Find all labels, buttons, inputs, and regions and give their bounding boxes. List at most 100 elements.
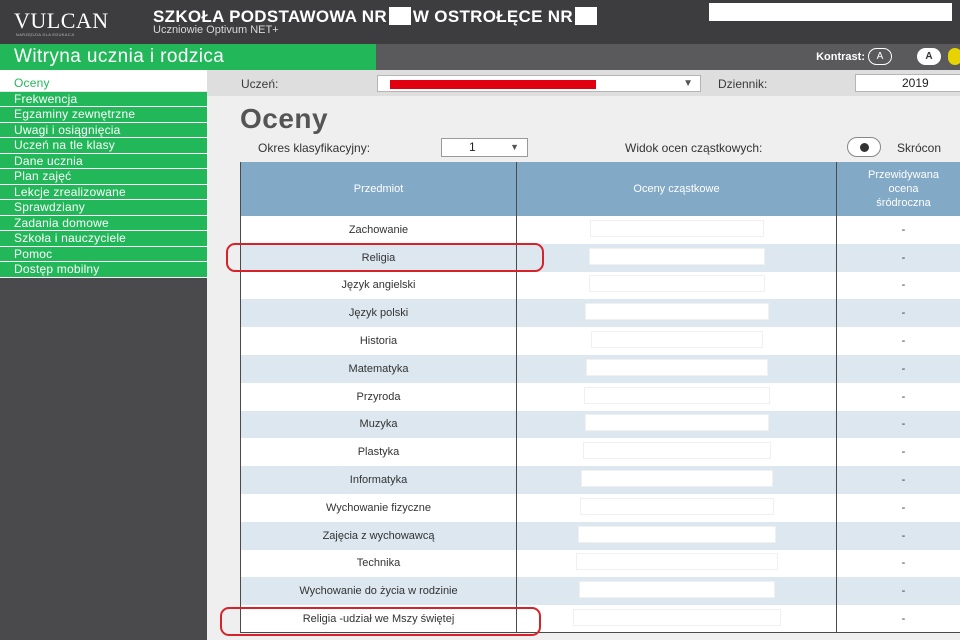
student-select[interactable]: ▼: [377, 75, 701, 92]
vulcan-logo-tagline: NARZĘDZIA DLA EDUKACJI: [16, 32, 75, 37]
grades-table: Przedmiot Oceny cząstkowe Przewidywana oc…: [240, 162, 960, 634]
redaction-box: [578, 581, 775, 599]
column-header-subject[interactable]: Przedmiot: [240, 162, 517, 216]
school-title-part-b: W OSTROŁĘCE NR: [412, 7, 573, 26]
journal-select[interactable]: 2019: [855, 74, 960, 92]
subject-cell: Historia: [240, 327, 517, 355]
main-content: Uczeń: ▼ Dziennik: 2019 Oceny Okres klas…: [207, 70, 960, 640]
contrast-yellow-button[interactable]: [948, 48, 960, 65]
column-header-grades[interactable]: Oceny cząstkowe: [516, 162, 837, 216]
top-header: VULCAN NARZĘDZIA DLA EDUKACJI SZKOŁA POD…: [0, 0, 960, 44]
predicted-cell: -: [836, 243, 960, 272]
period-value: 1: [469, 140, 476, 154]
grades-cell-redacted: [516, 382, 837, 411]
sidebar-item-lekcje[interactable]: Lekcje zrealizowane: [0, 184, 207, 200]
subject-cell: Technika: [240, 549, 517, 578]
grades-cell-redacted: [516, 521, 837, 550]
table-header-row: Przedmiot Oceny cząstkowe Przewidywana oc…: [240, 162, 960, 216]
vulcan-logo[interactable]: VULCAN: [14, 8, 109, 34]
grades-cell-redacted: [516, 549, 837, 578]
subject-cell: Zachowanie: [240, 216, 517, 244]
chevron-down-icon: ▼: [510, 142, 519, 152]
grades-cell-redacted: [516, 354, 837, 383]
redaction-box: [388, 7, 411, 25]
predicted-cell: -: [836, 271, 960, 300]
redaction-box: [572, 608, 781, 626]
user-info-redacted: [709, 3, 952, 21]
sidebar-menu: Oceny Frekwencja Egzaminy zewnętrzne Uwa…: [0, 76, 207, 278]
predicted-cell: -: [836, 216, 960, 244]
table-row: Język polski -: [240, 299, 960, 328]
redaction-box: [582, 442, 771, 460]
contrast-bar: Kontrast: A A: [376, 44, 960, 70]
table-row: Wychowanie fizyczne -: [240, 493, 960, 522]
sidebar-item-uwagi[interactable]: Uwagi i osiągnięcia: [0, 122, 207, 138]
chevron-down-icon: ▼: [683, 78, 693, 89]
student-label: Uczeń:: [241, 77, 279, 91]
app-title: Witryna ucznia i rodzica: [14, 46, 225, 67]
sidebar-item-frekwencja[interactable]: Frekwencja: [0, 91, 207, 107]
sidebar-item-egzaminy[interactable]: Egzaminy zewnętrzne: [0, 107, 207, 123]
student-name-redacted: [390, 80, 596, 89]
predicted-cell: -: [836, 493, 960, 522]
predicted-header-line2: ocena: [888, 183, 919, 195]
redaction-box: [585, 358, 768, 376]
redaction-box: [589, 219, 764, 237]
subject-cell: Wychowanie fizyczne: [240, 493, 517, 522]
sidebar-item-oceny[interactable]: Oceny: [0, 76, 207, 92]
subject-cell: Plastyka: [240, 438, 517, 467]
predicted-cell: -: [836, 354, 960, 383]
sidebar-item-plan-zajec[interactable]: Plan zajęć: [0, 169, 207, 185]
predicted-cell: -: [836, 382, 960, 411]
grades-cell-redacted: [516, 243, 837, 272]
sidebar-item-dane-ucznia[interactable]: Dane ucznia: [0, 153, 207, 169]
sidebar: Oceny Frekwencja Egzaminy zewnętrzne Uwa…: [0, 70, 207, 640]
filter-bar: Uczeń: ▼ Dziennik: 2019: [207, 70, 960, 96]
predicted-header-line3: śródroczna: [876, 197, 931, 209]
table-row: Plastyka -: [240, 438, 960, 467]
predicted-cell: -: [836, 299, 960, 328]
table-row: Język angielski -: [240, 271, 960, 300]
grades-cell-redacted: [516, 466, 837, 494]
subject-cell: Przyroda: [240, 382, 517, 411]
sidebar-item-sprawdziany[interactable]: Sprawdziany: [0, 200, 207, 216]
table-row: Wychowanie do życia w rodzinie -: [240, 577, 960, 606]
sidebar-item-szkola[interactable]: Szkoła i nauczyciele: [0, 231, 207, 247]
table-row: Informatyka -: [240, 466, 960, 494]
redaction-box: [588, 275, 765, 293]
table-row: Muzyka -: [240, 410, 960, 439]
redaction-box: [574, 7, 597, 25]
radio-selected-dot: [860, 143, 869, 152]
contrast-normal-button[interactable]: A: [868, 48, 892, 65]
grades-cell-redacted: [516, 605, 837, 634]
redaction-box: [583, 386, 770, 404]
period-label: Okres klasyfikacyjny:: [258, 141, 371, 155]
redaction-box: [579, 497, 774, 515]
sidebar-item-pomoc[interactable]: Pomoc: [0, 246, 207, 262]
subject-cell: Język angielski: [240, 271, 517, 300]
redaction-box: [580, 470, 773, 488]
table-row: Zachowanie -: [240, 216, 960, 244]
full-view-radio[interactable]: [847, 137, 881, 157]
table-row: Zajęcia z wychowawcą -: [240, 521, 960, 550]
journal-label: Dziennik:: [718, 77, 768, 91]
grades-cell-redacted: [516, 299, 837, 328]
predicted-cell: -: [836, 466, 960, 494]
sidebar-item-zadania-domowe[interactable]: Zadania domowe: [0, 215, 207, 231]
column-header-predicted[interactable]: Przewidywana ocena śródroczna: [836, 162, 960, 216]
sidebar-item-uczen-na-tle-klasy[interactable]: Uczeń na tle klasy: [0, 138, 207, 154]
sidebar-item-dostep-mobilny[interactable]: Dostęp mobilny: [0, 262, 207, 278]
predicted-cell: -: [836, 605, 960, 634]
grades-cell-redacted: [516, 327, 837, 355]
subject-cell: Wychowanie do życia w rodzinie: [240, 577, 517, 606]
grades-cell-redacted: [516, 410, 837, 439]
subject-cell: Religia: [240, 243, 517, 272]
table-row: Przyroda -: [240, 382, 960, 411]
period-select[interactable]: 1 ▼: [441, 138, 528, 157]
predicted-cell: -: [836, 521, 960, 550]
grades-cell-redacted: [516, 577, 837, 606]
short-view-label: Skrócon: [897, 141, 942, 155]
contrast-high-button[interactable]: A: [917, 48, 941, 65]
subject-cell: Język polski: [240, 299, 517, 328]
table-row: Religia -: [240, 243, 960, 272]
